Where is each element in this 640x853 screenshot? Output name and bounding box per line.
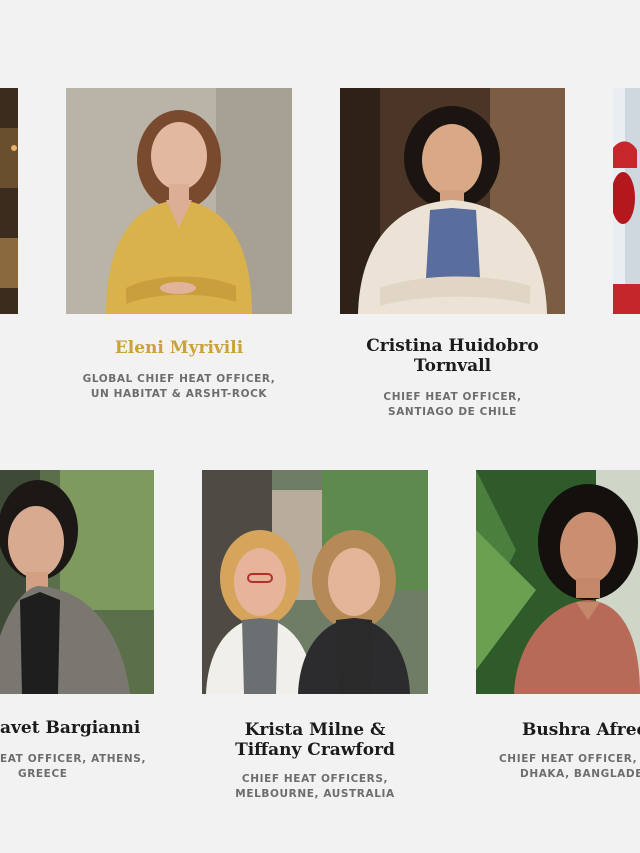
person-name[interactable]: Krista Milne & Tiffany Crawford	[202, 720, 428, 760]
person-role: EAT OFFICER, ATHENS, GREECE	[0, 753, 147, 780]
person-role: CHIEF HEAT OFFICER, N DHAKA, BANGLADE	[499, 753, 640, 780]
person-role: CHIEF HEAT OFFICER, SANTIAGO DE CHILE	[383, 391, 522, 418]
person-name[interactable]: Eleni Myrivili	[66, 338, 292, 358]
profile-card-partial-left[interactable]	[0, 88, 18, 314]
profile-photo	[66, 88, 292, 314]
person-role: CHIEF HEAT OFFICERS, MELBOURNE, AUSTRALI…	[235, 773, 395, 800]
profile-card-eleni-myrivili[interactable]: Eleni Myrivili GLOBAL CHIEF HEAT OFFICER…	[66, 88, 292, 408]
person-name[interactable]: avet Bargianni	[0, 718, 154, 738]
profile-photo	[0, 470, 154, 694]
person-name[interactable]: Cristina Huidobro Tornvall	[340, 336, 565, 376]
profile-card-bushra[interactable]: Bushra Afree CHIEF HEAT OFFICER, N DHAKA…	[476, 470, 640, 790]
person-name[interactable]: Bushra Afree	[522, 720, 640, 740]
profile-photo	[202, 470, 428, 694]
profile-card-cristina-huidobro-tornvall[interactable]: Cristina Huidobro Tornvall CHIEF HEAT OF…	[340, 88, 565, 428]
person-role: GLOBAL CHIEF HEAT OFFICER, UN HABITAT & …	[82, 373, 276, 400]
profile-card-bargianni[interactable]: avet Bargianni EAT OFFICER, ATHENS, GREE…	[0, 470, 154, 790]
profile-card-partial-right[interactable]	[613, 88, 640, 314]
profile-card-krista-milne-tiffany-crawford[interactable]: Krista Milne & Tiffany Crawford CHIEF HE…	[202, 470, 428, 810]
profile-photo	[0, 88, 18, 314]
profile-photo	[476, 470, 640, 694]
profile-photo	[340, 88, 565, 314]
profile-photo	[613, 88, 640, 314]
